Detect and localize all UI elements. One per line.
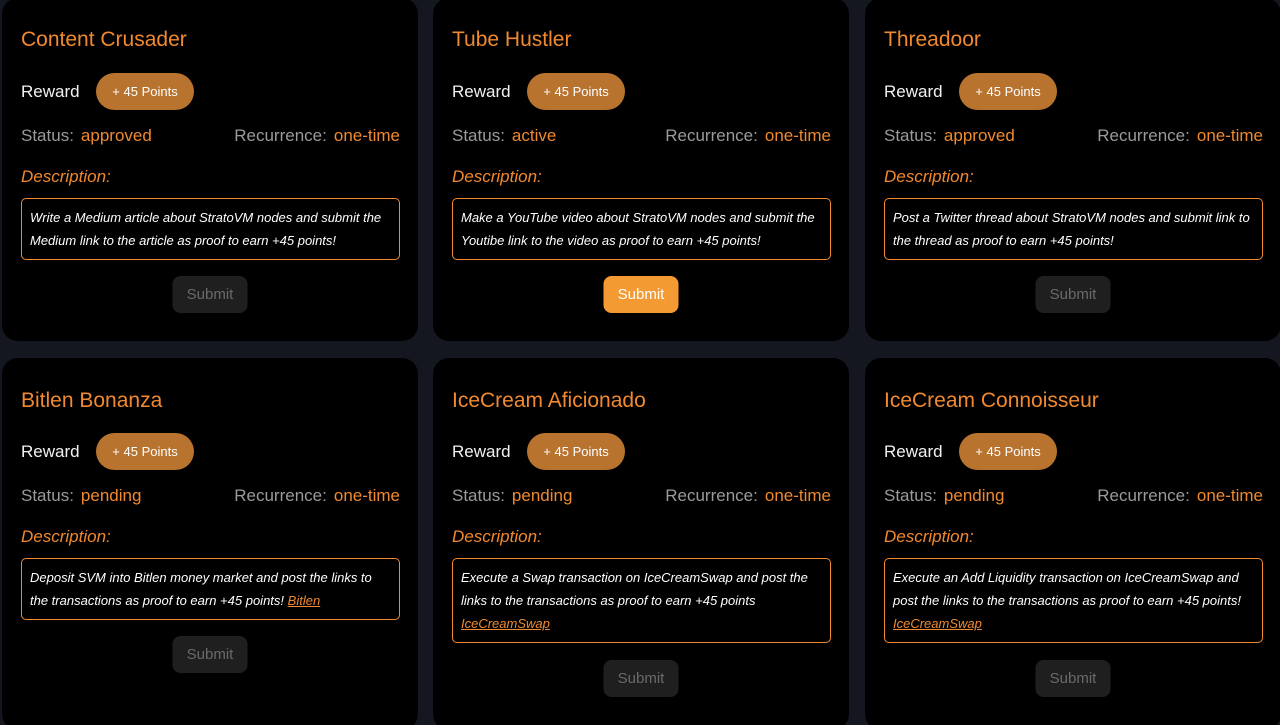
status-row: Status: pending Recurrence: one-time [452, 486, 831, 506]
status-label: Status: [21, 486, 74, 505]
quest-card: IceCream Aficionado Reward + 45 Points S… [433, 358, 849, 725]
description-label: Description: [884, 527, 974, 546]
status-value: pending [943, 486, 1005, 505]
status-value: approved [80, 126, 152, 145]
points-badge: + 45 Points [959, 433, 1057, 470]
submit-button[interactable]: Submit [1035, 660, 1111, 697]
quest-title: Threadoor [884, 28, 981, 51]
recurrence-value: one-time [764, 126, 831, 145]
recurrence-label: Recurrence: [234, 126, 327, 145]
bitlen-link[interactable]: Bitlen [288, 593, 321, 608]
description-label: Description: [452, 167, 542, 186]
description-box: Make a YouTube video about StratoVM node… [452, 198, 831, 260]
recurrence-label: Recurrence: [1097, 126, 1190, 145]
icecreamswap-link[interactable]: IceCreamSwap [893, 616, 982, 631]
reward-label: Reward [452, 441, 511, 461]
quest-title: IceCream Connoisseur [884, 389, 1099, 412]
description-box: Post a Twitter thread about StratoVM nod… [884, 198, 1263, 260]
status-value: pending [511, 486, 573, 505]
status-label: Status: [884, 126, 937, 145]
reward-row: Reward + 45 Points [21, 433, 194, 470]
quest-card: Content Crusader Reward + 45 Points Stat… [2, 0, 418, 341]
description-box: Deposit SVM into Bitlen money market and… [21, 558, 400, 620]
quest-title: Tube Hustler [452, 28, 572, 51]
status-label: Status: [884, 486, 937, 505]
status-value: active [511, 126, 557, 145]
quest-card: Tube Hustler Reward + 45 Points Status: a… [433, 0, 849, 341]
reward-label: Reward [884, 81, 943, 101]
status-label: Status: [452, 486, 505, 505]
description-label: Description: [21, 167, 111, 186]
description-text: Deposit SVM into Bitlen money market and… [30, 570, 372, 608]
status-value: pending [80, 486, 142, 505]
points-badge: + 45 Points [527, 73, 625, 110]
points-badge: + 45 Points [96, 73, 194, 110]
status-row: Status: pending Recurrence: one-time [21, 486, 400, 506]
recurrence-value: one-time [333, 486, 400, 505]
description-box: Execute an Add Liquidity transaction on … [884, 558, 1263, 643]
submit-button[interactable]: Submit [172, 276, 248, 313]
quest-title: Bitlen Bonanza [21, 389, 163, 412]
status-row: Status: pending Recurrence: one-time [884, 486, 1263, 506]
recurrence-value: one-time [764, 486, 831, 505]
description-text: Execute a Swap transaction on IceCreamSw… [461, 570, 808, 608]
quest-card: Threadoor Reward + 45 Points Status: appr… [865, 0, 1280, 341]
quest-card: Bitlen Bonanza Reward + 45 Points Status… [2, 358, 418, 725]
description-text: Make a YouTube video about StratoVM node… [461, 210, 815, 248]
description-box: Write a Medium article about StratoVM no… [21, 198, 400, 260]
recurrence-label: Recurrence: [665, 486, 758, 505]
status-label: Status: [21, 126, 74, 145]
reward-label: Reward [452, 81, 511, 101]
reward-label: Reward [21, 81, 80, 101]
reward-row: Reward + 45 Points [884, 73, 1057, 110]
recurrence-label: Recurrence: [665, 126, 758, 145]
submit-button[interactable]: Submit [603, 660, 679, 697]
description-box: Execute a Swap transaction on IceCreamSw… [452, 558, 831, 643]
status-row: Status: approved Recurrence: one-time [21, 126, 400, 146]
reward-row: Reward + 45 Points [21, 73, 194, 110]
quest-title: Content Crusader [21, 28, 187, 51]
reward-row: Reward + 45 Points [452, 73, 625, 110]
recurrence-value: one-time [1196, 486, 1263, 505]
status-row: Status: approved Recurrence: one-time [884, 126, 1263, 146]
submit-button[interactable]: Submit [603, 276, 679, 313]
description-text: Write a Medium article about StratoVM no… [30, 210, 382, 248]
reward-row: Reward + 45 Points [884, 433, 1057, 470]
description-label: Description: [452, 527, 542, 546]
quest-card: IceCream Connoisseur Reward + 45 Points … [865, 358, 1280, 725]
quest-grid: Content Crusader Reward + 45 Points Stat… [0, 0, 1280, 725]
recurrence-value: one-time [1196, 126, 1263, 145]
points-badge: + 45 Points [96, 433, 194, 470]
description-text: Post a Twitter thread about StratoVM nod… [893, 210, 1250, 248]
status-row: Status: active Recurrence: one-time [452, 126, 831, 146]
points-badge: + 45 Points [959, 73, 1057, 110]
quest-title: IceCream Aficionado [452, 389, 646, 412]
recurrence-label: Recurrence: [234, 486, 327, 505]
reward-label: Reward [21, 441, 80, 461]
points-badge: + 45 Points [527, 433, 625, 470]
description-text: Execute an Add Liquidity transaction on … [893, 570, 1241, 608]
icecreamswap-link[interactable]: IceCreamSwap [461, 616, 550, 631]
status-label: Status: [452, 126, 505, 145]
recurrence-label: Recurrence: [1097, 486, 1190, 505]
description-label: Description: [884, 167, 974, 186]
submit-button[interactable]: Submit [172, 636, 248, 673]
reward-row: Reward + 45 Points [452, 433, 625, 470]
status-value: approved [943, 126, 1015, 145]
description-label: Description: [21, 527, 111, 546]
recurrence-value: one-time [333, 126, 400, 145]
submit-button[interactable]: Submit [1035, 276, 1111, 313]
reward-label: Reward [884, 441, 943, 461]
